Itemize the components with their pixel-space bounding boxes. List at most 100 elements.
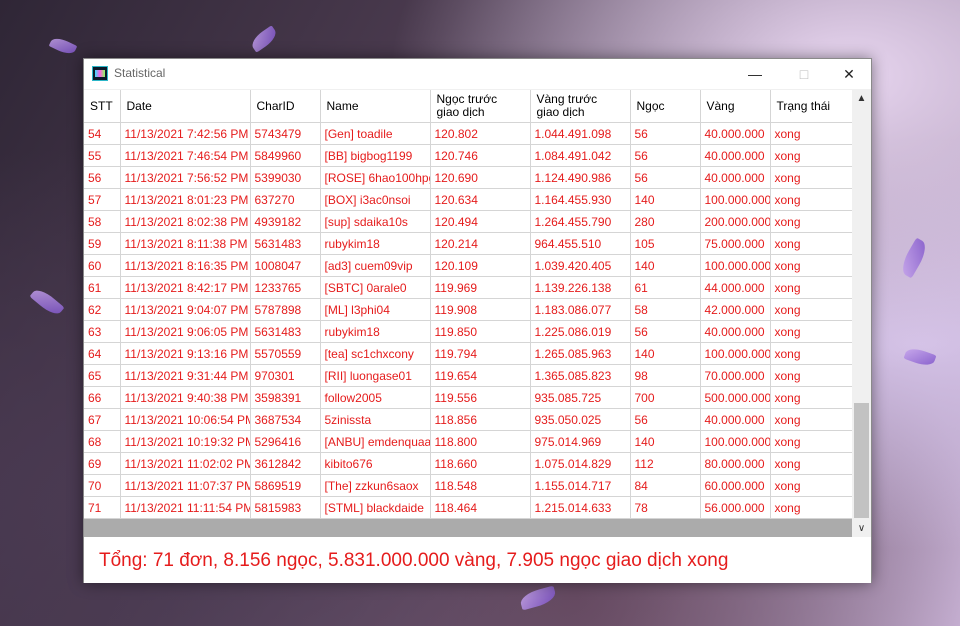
header-charid[interactable]: CharID bbox=[250, 90, 321, 123]
cell-ngoc[interactable]: 56 bbox=[630, 166, 701, 189]
cell-date[interactable]: 11/13/2021 11:07:37 PM bbox=[120, 474, 251, 497]
cell-ngoc[interactable]: 56 bbox=[630, 122, 701, 145]
cell-vang-truoc[interactable]: 1.139.226.138 bbox=[530, 276, 631, 299]
table-row[interactable]: 55 11/13/2021 7:46:54 PM 5849960 [BB] bigbo… bbox=[84, 144, 853, 167]
cell-trang-thai[interactable]: xong bbox=[770, 298, 853, 321]
cell-trang-thai[interactable]: xong bbox=[770, 166, 853, 189]
cell-ngoc-truoc[interactable]: 119.654 bbox=[430, 364, 531, 387]
cell-ngoc[interactable]: 700 bbox=[630, 386, 701, 409]
table-row[interactable]: 66 11/13/2021 9:40:38 PM 3598391 follow2005… bbox=[84, 386, 853, 409]
cell-vang-truoc[interactable]: 935.085.725 bbox=[530, 386, 631, 409]
cell-ngoc-truoc[interactable]: 120.214 bbox=[430, 232, 531, 255]
cell-ngoc-truoc[interactable]: 119.908 bbox=[430, 298, 531, 321]
cell-charid[interactable]: 5815983 bbox=[250, 496, 321, 519]
cell-charid[interactable]: 5869519 bbox=[250, 474, 321, 497]
cell-trang-thai[interactable]: xong bbox=[770, 474, 853, 497]
cell-ngoc-truoc[interactable]: 118.800 bbox=[430, 430, 531, 453]
cell-stt[interactable]: 60 bbox=[84, 254, 121, 277]
cell-ngoc[interactable]: 56 bbox=[630, 144, 701, 167]
scroll-thumb[interactable] bbox=[854, 403, 869, 518]
cell-trang-thai[interactable]: xong bbox=[770, 430, 853, 453]
table-row[interactable]: 67 11/13/2021 10:06:54 PM 3687534 5zinissta… bbox=[84, 408, 853, 431]
cell-vang-truoc[interactable]: 1.215.014.633 bbox=[530, 496, 631, 519]
cell-stt[interactable]: 66 bbox=[84, 386, 121, 409]
cell-date[interactable]: 11/13/2021 9:40:38 PM bbox=[120, 386, 251, 409]
cell-trang-thai[interactable]: xong bbox=[770, 320, 853, 343]
cell-stt[interactable]: 63 bbox=[84, 320, 121, 343]
cell-ngoc-truoc[interactable]: 118.548 bbox=[430, 474, 531, 497]
table-row[interactable]: 60 11/13/2021 8:16:35 PM 1008047 [ad3] cuem… bbox=[84, 254, 853, 277]
cell-charid[interactable]: 5849960 bbox=[250, 144, 321, 167]
table-row[interactable]: 62 11/13/2021 9:04:07 PM 5787898 [ML] l3phi… bbox=[84, 298, 853, 321]
cell-ngoc-truoc[interactable]: 119.556 bbox=[430, 386, 531, 409]
cell-vang-truoc[interactable]: 1.365.085.823 bbox=[530, 364, 631, 387]
header-trang-thai[interactable]: Trạng thái bbox=[770, 90, 853, 123]
cell-stt[interactable]: 71 bbox=[84, 496, 121, 519]
cell-stt[interactable]: 59 bbox=[84, 232, 121, 255]
table-row[interactable]: 61 11/13/2021 8:42:17 PM 1233765 [SBTC] 0ar… bbox=[84, 276, 853, 299]
cell-vang-truoc[interactable]: 1.265.085.963 bbox=[530, 342, 631, 365]
table-row[interactable]: 57 11/13/2021 8:01:23 PM 637270 [BOX] i3ac0… bbox=[84, 188, 853, 211]
cell-ngoc[interactable]: 58 bbox=[630, 298, 701, 321]
cell-ngoc-truoc[interactable]: 119.969 bbox=[430, 276, 531, 299]
cell-trang-thai[interactable]: xong bbox=[770, 342, 853, 365]
cell-ngoc[interactable]: 98 bbox=[630, 364, 701, 387]
cell-charid[interactable]: 3687534 bbox=[250, 408, 321, 431]
cell-vang[interactable]: 40.000.000 bbox=[700, 122, 771, 145]
cell-charid[interactable]: 5631483 bbox=[250, 320, 321, 343]
cell-trang-thai[interactable]: xong bbox=[770, 386, 853, 409]
cell-vang[interactable]: 40.000.000 bbox=[700, 144, 771, 167]
cell-vang-truoc[interactable]: 1.039.420.405 bbox=[530, 254, 631, 277]
cell-name[interactable]: [ad3] cuem09vip bbox=[320, 254, 431, 277]
cell-name[interactable]: [ANBU] emdenquaad bbox=[320, 430, 431, 453]
scroll-up-button[interactable]: ▲ bbox=[852, 90, 871, 107]
cell-vang[interactable]: 80.000.000 bbox=[700, 452, 771, 475]
cell-trang-thai[interactable]: xong bbox=[770, 188, 853, 211]
cell-date[interactable]: 11/13/2021 9:04:07 PM bbox=[120, 298, 251, 321]
table-row[interactable]: 56 11/13/2021 7:56:52 PM 5399030 [ROSE] 6ha… bbox=[84, 166, 853, 189]
header-date[interactable]: Date bbox=[120, 90, 251, 123]
cell-vang[interactable]: 40.000.000 bbox=[700, 166, 771, 189]
cell-trang-thai[interactable]: xong bbox=[770, 452, 853, 475]
cell-date[interactable]: 11/13/2021 7:46:54 PM bbox=[120, 144, 251, 167]
cell-date[interactable]: 11/13/2021 8:01:23 PM bbox=[120, 188, 251, 211]
data-grid[interactable]: STT Date CharID Name Ngọc trước giao dịch Vàng… bbox=[84, 90, 871, 537]
cell-trang-thai[interactable]: xong bbox=[770, 122, 853, 145]
cell-stt[interactable]: 54 bbox=[84, 122, 121, 145]
cell-vang[interactable]: 40.000.000 bbox=[700, 408, 771, 431]
cell-trang-thai[interactable]: xong bbox=[770, 144, 853, 167]
vertical-scrollbar[interactable]: ▲ ∨ bbox=[852, 90, 871, 537]
cell-ngoc[interactable]: 78 bbox=[630, 496, 701, 519]
cell-name[interactable]: 5zinissta bbox=[320, 408, 431, 431]
cell-charid[interactable]: 1233765 bbox=[250, 276, 321, 299]
cell-date[interactable]: 11/13/2021 11:02:02 PM bbox=[120, 452, 251, 475]
cell-stt[interactable]: 56 bbox=[84, 166, 121, 189]
table-row[interactable]: 68 11/13/2021 10:19:32 PM 5296416 [ANBU] em… bbox=[84, 430, 853, 453]
table-row[interactable]: 71 11/13/2021 11:11:54 PM 5815983 [STML] bl… bbox=[84, 496, 853, 519]
cell-charid[interactable]: 5743479 bbox=[250, 122, 321, 145]
minimize-button[interactable]: — bbox=[732, 59, 778, 89]
cell-date[interactable]: 11/13/2021 9:13:16 PM bbox=[120, 342, 251, 365]
cell-ngoc-truoc[interactable]: 119.850 bbox=[430, 320, 531, 343]
cell-stt[interactable]: 65 bbox=[84, 364, 121, 387]
cell-ngoc-truoc[interactable]: 120.802 bbox=[430, 122, 531, 145]
header-vang-truoc[interactable]: Vàng trước giao dịch bbox=[530, 90, 631, 123]
cell-name[interactable]: [BOX] i3ac0nsoi bbox=[320, 188, 431, 211]
cell-date[interactable]: 11/13/2021 9:31:44 PM bbox=[120, 364, 251, 387]
cell-charid[interactable]: 5787898 bbox=[250, 298, 321, 321]
cell-charid[interactable]: 1008047 bbox=[250, 254, 321, 277]
cell-vang-truoc[interactable]: 1.155.014.717 bbox=[530, 474, 631, 497]
cell-name[interactable]: [tea] sc1chxcony bbox=[320, 342, 431, 365]
cell-vang[interactable]: 44.000.000 bbox=[700, 276, 771, 299]
cell-ngoc-truoc[interactable]: 119.794 bbox=[430, 342, 531, 365]
cell-charid[interactable]: 4939182 bbox=[250, 210, 321, 233]
cell-charid[interactable]: 637270 bbox=[250, 188, 321, 211]
cell-name[interactable]: rubykim18 bbox=[320, 232, 431, 255]
cell-vang-truoc[interactable]: 1.183.086.077 bbox=[530, 298, 631, 321]
cell-name[interactable]: rubykim18 bbox=[320, 320, 431, 343]
cell-stt[interactable]: 58 bbox=[84, 210, 121, 233]
cell-vang-truoc[interactable]: 1.164.455.930 bbox=[530, 188, 631, 211]
cell-trang-thai[interactable]: xong bbox=[770, 364, 853, 387]
cell-vang-truoc[interactable]: 1.084.491.042 bbox=[530, 144, 631, 167]
table-row[interactable]: 70 11/13/2021 11:07:37 PM 5869519 [The] zzk… bbox=[84, 474, 853, 497]
